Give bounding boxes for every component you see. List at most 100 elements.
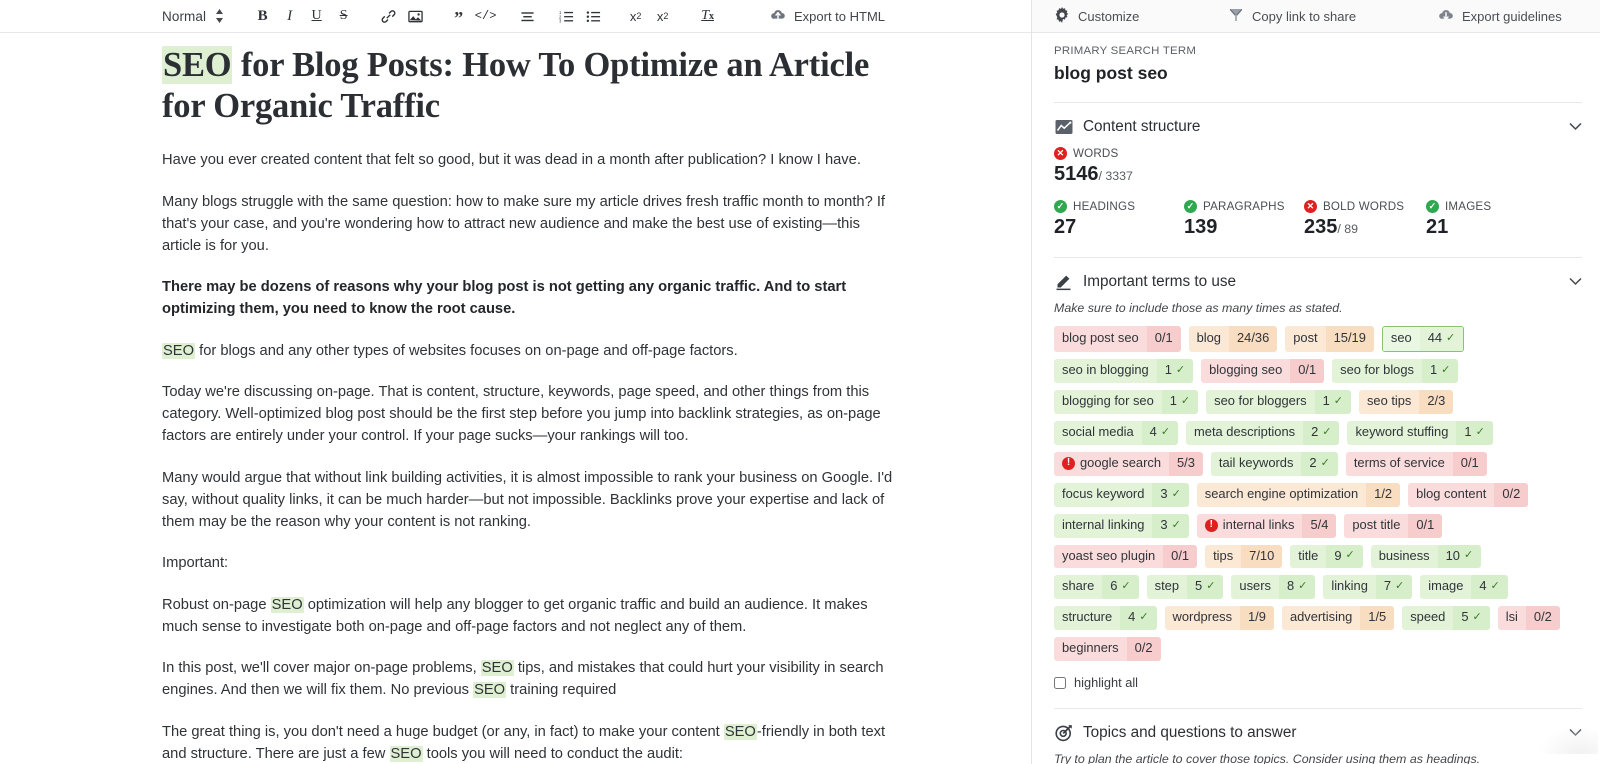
term-chip-name: focus keyword (1054, 482, 1153, 507)
term-chip[interactable]: seo for bloggers 1 ✓ (1206, 389, 1351, 414)
term-chip[interactable]: image 4 ✓ (1420, 575, 1508, 600)
document-scroll-area[interactable]: SEO for Blog Posts: How To Optimize an A… (0, 33, 1031, 764)
quote-icon[interactable]: ” (445, 3, 472, 29)
term-chip[interactable]: users 8 ✓ (1231, 575, 1316, 600)
term-chip[interactable]: blog post seo 0/1 (1054, 326, 1181, 352)
term-chip[interactable]: wordpress 1/9 (1164, 606, 1274, 631)
term-chip-label: meta descriptions (1194, 423, 1296, 439)
term-chip[interactable]: meta descriptions 2 ✓ (1186, 420, 1340, 445)
term-chip[interactable]: search engine optimization 1/2 (1196, 482, 1401, 507)
term-chip[interactable]: tail keywords 2 ✓ (1210, 451, 1338, 476)
term-chip[interactable]: focus keyword 3 ✓ (1054, 482, 1189, 507)
term-chip[interactable]: seo for blogs 1 ✓ (1332, 358, 1459, 383)
term-chip[interactable]: advertising 1/5 (1281, 606, 1395, 631)
export-guidelines-button[interactable]: Export guidelines (1438, 7, 1562, 25)
export-guidelines-label: Export guidelines (1462, 8, 1562, 24)
copy-link-button[interactable]: Copy link to share (1228, 7, 1356, 26)
chevron-updown-icon (215, 8, 224, 24)
term-chip[interactable]: seo in blogging 1 ✓ (1054, 358, 1194, 383)
strikethrough-button[interactable]: S (330, 3, 357, 29)
status-ok-icon: ✓ (1426, 200, 1439, 213)
term-chip[interactable]: blogging seo 0/1 (1201, 358, 1325, 383)
term-chip[interactable]: ! internal links 5/4 (1196, 513, 1337, 538)
term-chip-name: seo for blogs (1332, 358, 1422, 383)
text-run: tools you will need to conduct the audit… (422, 745, 683, 762)
term-chip[interactable]: structure 4 ✓ (1054, 606, 1157, 631)
term-chip-count-value: 1 (1322, 392, 1330, 408)
term-chip-count: 0/1 (1146, 326, 1181, 352)
term-chip[interactable]: blog content 0/2 (1408, 482, 1529, 507)
term-chip-label: seo tips (1366, 392, 1412, 408)
term-chip[interactable]: lsi 0/2 (1497, 606, 1560, 631)
term-chip[interactable]: business 10 ✓ (1370, 544, 1482, 569)
term-chip[interactable]: step 5 ✓ (1146, 575, 1224, 600)
highlighted-term: SEO (480, 660, 514, 676)
style-select[interactable]: Normal (162, 8, 224, 24)
underline-button[interactable]: U (303, 3, 330, 29)
term-chip[interactable]: yoast seo plugin 0/1 (1054, 544, 1198, 569)
check-icon: ✓ (1490, 580, 1500, 593)
metric-bold-words-label: BOLD WORDS (1323, 200, 1405, 213)
term-chip[interactable]: seo 44 ✓ (1381, 326, 1465, 352)
code-icon[interactable]: </> (472, 3, 499, 29)
term-chip[interactable]: share 6 ✓ (1054, 575, 1139, 600)
document-title: SEO for Blog Posts: How To Optimize an A… (162, 45, 902, 127)
ordered-list-icon[interactable]: 123 (553, 3, 580, 29)
italic-button[interactable]: I (276, 3, 303, 29)
chevron-down-icon[interactable] (1569, 273, 1582, 291)
term-chip[interactable]: post title 0/1 (1344, 513, 1443, 538)
term-chip-label: blogging seo (1209, 361, 1283, 377)
topics-header[interactable]: Topics and questions to answer (1054, 723, 1582, 743)
clear-format-button[interactable]: Tx (694, 3, 721, 29)
term-chip[interactable]: social media 4 ✓ (1054, 420, 1179, 445)
document-body[interactable]: SEO for Blog Posts: How To Optimize an A… (162, 33, 902, 764)
check-icon: ✓ (1121, 580, 1131, 593)
term-chip-label: blog (1196, 330, 1221, 345)
term-chip[interactable]: beginners 0/2 (1054, 637, 1161, 662)
term-chip[interactable]: post 15/19 (1285, 326, 1374, 352)
chevron-down-icon[interactable] (1569, 118, 1582, 136)
highlight-all-toggle[interactable]: highlight all (1054, 675, 1582, 690)
term-chip[interactable]: title 9 ✓ (1290, 544, 1363, 569)
term-chip-label: google search (1080, 454, 1161, 470)
term-chip[interactable]: seo tips 2/3 (1358, 389, 1454, 414)
align-icon[interactable] (514, 3, 541, 29)
term-chip-count: 0/2 (1126, 637, 1161, 662)
term-chip-name: advertising (1281, 606, 1361, 631)
link-icon[interactable] (375, 3, 402, 29)
image-icon[interactable] (402, 3, 429, 29)
term-chip[interactable]: linking 7 ✓ (1323, 575, 1413, 600)
term-chip-count: 1 ✓ (1156, 358, 1194, 383)
document-paragraph: Many blogs struggle with the same questi… (162, 191, 902, 257)
highlighted-term: SEO (473, 682, 507, 698)
export-to-html-button[interactable]: Export to HTML (770, 0, 885, 33)
subscript-button[interactable]: x2 (622, 3, 649, 29)
term-chip[interactable]: speed 5 ✓ (1402, 606, 1490, 631)
important-terms-header[interactable]: Important terms to use (1054, 272, 1582, 292)
term-chip-label: users (1239, 578, 1271, 594)
term-chip[interactable]: terms of service 0/1 (1345, 451, 1487, 476)
term-chip[interactable]: internal linking 3 ✓ (1054, 513, 1189, 538)
content-structure-header[interactable]: Content structure (1054, 117, 1582, 137)
check-icon: ✓ (1206, 580, 1216, 593)
chart-icon (1054, 117, 1074, 137)
term-chip-count: 0/1 (1408, 513, 1443, 538)
term-chip-count-value: 6 (1110, 578, 1118, 594)
term-chip[interactable]: keyword stuffing 1 ✓ (1347, 420, 1493, 445)
term-chip[interactable]: ! google search 5/3 (1054, 451, 1203, 476)
superscript-button[interactable]: x2 (649, 3, 676, 29)
term-chip[interactable]: blog 24/36 (1188, 326, 1278, 352)
term-chip-name: terms of service (1345, 451, 1453, 476)
term-chip[interactable]: blogging for seo 1 ✓ (1054, 389, 1199, 414)
term-chip-label: blog content (1416, 485, 1487, 501)
bullet-list-icon[interactable] (580, 3, 607, 29)
term-chip-count: 6 ✓ (1102, 575, 1139, 600)
customize-button[interactable]: Customize (1054, 6, 1139, 26)
highlight-all-checkbox[interactable] (1054, 676, 1066, 689)
check-icon: ✓ (1333, 394, 1343, 407)
bold-button[interactable]: B (249, 3, 276, 29)
term-chip-name: lsi (1497, 606, 1526, 631)
term-chip-label: share (1062, 578, 1095, 594)
term-chip[interactable]: tips 7/10 (1205, 544, 1283, 569)
content-structure-title: Content structure (1083, 118, 1201, 135)
